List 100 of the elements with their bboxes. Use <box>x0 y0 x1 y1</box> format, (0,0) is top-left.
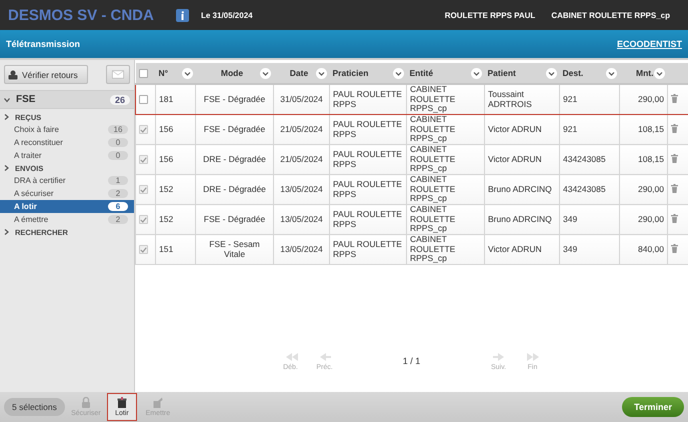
table-cell: 108,15 <box>620 114 668 144</box>
table-cell: CABINET ROULETTE RPPS_cp <box>406 234 484 264</box>
date-label: Le 31/05/2024 <box>201 10 254 20</box>
item-label: Choix à faire <box>14 125 59 134</box>
trash-icon[interactable] <box>671 244 678 253</box>
verify-returns-button[interactable]: Vérifier retours <box>4 65 88 84</box>
table-cell: 152 <box>156 174 196 204</box>
trash-icon[interactable] <box>671 94 678 103</box>
item-label: A émettre <box>14 215 48 224</box>
item-label: A lotir <box>14 202 37 211</box>
table-cell: 290,00 <box>620 84 668 114</box>
table-cell: CABINET ROULETTE RPPS_cp <box>406 84 484 114</box>
table-cell: Victor ADRUN <box>484 144 560 174</box>
table-cell: 349 <box>560 234 620 264</box>
sidebar-item[interactable]: Choix à faire 16 <box>0 123 134 136</box>
sidebar-item[interactable]: A reconstituer 0 <box>0 136 134 149</box>
count-badge: 0 <box>108 138 128 147</box>
table-cell: DRE - Dégradée <box>196 144 274 174</box>
count-badge: 16 <box>108 125 128 134</box>
table-cell: CABINET ROULETTE RPPS_cp <box>406 144 484 174</box>
item-label: A sécuriser <box>14 189 54 198</box>
send-icon <box>152 397 163 408</box>
sort-dropdown-icon[interactable] <box>470 68 482 78</box>
inbox-icon <box>8 70 18 80</box>
checkbox[interactable] <box>138 68 148 78</box>
count-badge: 2 <box>108 189 128 198</box>
info-icon[interactable] <box>176 8 189 22</box>
item-label: A traiter <box>14 151 42 160</box>
sidebar-item[interactable]: DRA à certifier 1 <box>0 174 134 187</box>
chevron-icon <box>4 229 9 235</box>
table-cell: CABINET ROULETTE RPPS_cp <box>406 114 484 144</box>
checkbox[interactable] <box>139 185 148 194</box>
item-label: DRA à certifier <box>14 176 66 185</box>
cabinet-name: CABINET ROULETTE RPPS_cp <box>551 10 670 20</box>
checkbox[interactable] <box>139 155 148 164</box>
table-cell: DRE - Dégradée <box>196 174 274 204</box>
selection-count: 5 sélections <box>4 398 65 416</box>
box-icon <box>116 397 127 408</box>
trash-icon[interactable] <box>671 184 678 193</box>
table-cell: 349 <box>560 204 620 234</box>
table-cell: 290,00 <box>620 204 668 234</box>
table-cell: Bruno ADRCINQ <box>484 174 560 204</box>
table-cell: 21/05/2024 <box>274 144 330 174</box>
table-cell: 151 <box>156 234 196 264</box>
sidebar-item[interactable]: A émettre 2 <box>0 213 134 226</box>
sort-dropdown-icon[interactable] <box>606 68 616 78</box>
count-badge: 6 <box>108 202 128 211</box>
table-cell: 13/05/2024 <box>274 234 330 264</box>
table-cell: 13/05/2024 <box>274 174 330 204</box>
checkbox[interactable] <box>139 125 148 134</box>
table-cell: 921 <box>560 84 620 114</box>
app-title: DESMOS SV - CNDA <box>8 6 155 24</box>
sidebar-item[interactable]: A traiter 0 <box>0 149 134 162</box>
chevron-icon <box>4 165 9 171</box>
table-cell: Victor ADRUN <box>484 114 560 144</box>
table-cell: Victor ADRUN <box>484 234 560 264</box>
count-badge: 0 <box>108 151 128 160</box>
envelope-icon <box>112 69 124 80</box>
sort-dropdown-icon[interactable] <box>260 68 270 78</box>
mail-button[interactable] <box>106 65 130 84</box>
table-cell: 31/05/2024 <box>274 84 330 114</box>
table-cell: PAUL ROULETTE RPPS <box>330 84 406 114</box>
sidebar-item[interactable]: A sécuriser 2 <box>0 187 134 200</box>
user-name: ROULETTE RPPS PAUL <box>444 10 536 20</box>
fse-group-header[interactable]: FSE 26 <box>0 90 134 109</box>
table-cell: 434243085 <box>560 144 620 174</box>
trash-icon[interactable] <box>671 124 678 133</box>
chevron-icon <box>4 114 9 120</box>
table-cell: 13/05/2024 <box>274 204 330 234</box>
table-cell: 156 <box>156 144 196 174</box>
count-badge: 1 <box>108 176 128 185</box>
item-label: A reconstituer <box>14 138 63 147</box>
finish-button[interactable]: Terminer <box>622 397 684 417</box>
trash-icon[interactable] <box>671 154 678 163</box>
table-cell: PAUL ROULETTE RPPS <box>330 174 406 204</box>
table-cell: FSE - Dégradée <box>196 114 274 144</box>
table-cell: PAUL ROULETTE RPPS <box>330 204 406 234</box>
checkbox[interactable] <box>139 215 148 224</box>
page-indicator: 1 / 1 <box>402 355 422 366</box>
table-cell: Toussaint ADRTROIS <box>484 84 560 114</box>
table-cell: PAUL ROULETTE RPPS <box>330 144 406 174</box>
page-title: Télétransmission <box>6 39 80 49</box>
table-cell: 181 <box>156 84 196 114</box>
ecoodentist-link[interactable]: ECOODENTIST <box>616 39 682 49</box>
table-cell: 434243085 <box>560 174 620 204</box>
table-cell: CABINET ROULETTE RPPS_cp <box>406 174 484 204</box>
checkbox[interactable] <box>139 245 148 254</box>
group-label: FSE <box>16 94 36 105</box>
sort-dropdown-icon[interactable] <box>546 68 556 78</box>
sort-dropdown-icon[interactable] <box>182 68 192 78</box>
lock-icon <box>80 397 91 408</box>
last-page-icon <box>524 352 540 362</box>
table-cell: 108,15 <box>620 144 668 174</box>
trash-icon[interactable] <box>671 214 678 223</box>
sidebar-item[interactable]: A lotir 6 <box>0 200 134 213</box>
sort-dropdown-icon[interactable] <box>654 68 664 78</box>
sort-dropdown-icon[interactable] <box>316 68 326 78</box>
checkbox[interactable] <box>139 95 148 104</box>
count-badge: 2 <box>108 215 128 224</box>
sort-dropdown-icon[interactable] <box>392 68 404 78</box>
